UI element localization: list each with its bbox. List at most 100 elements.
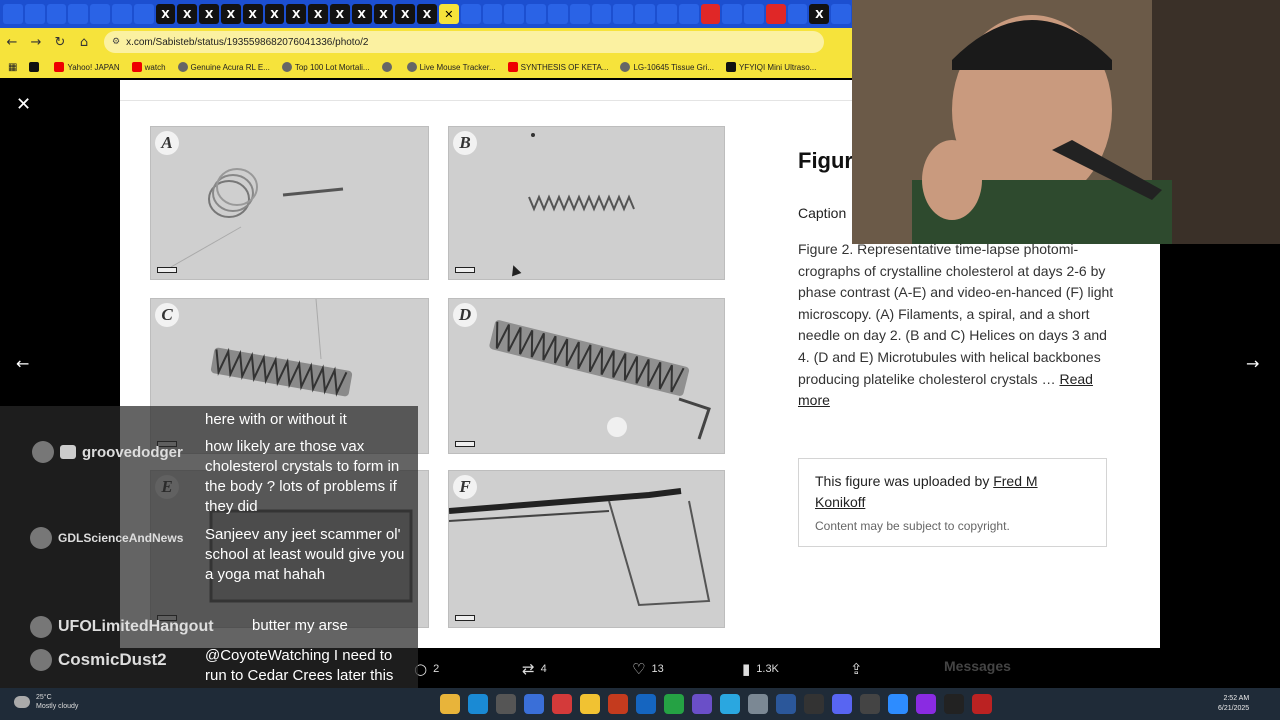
bookmark-item[interactable]: Yahoo! JAPAN: [54, 62, 120, 72]
bookmark-item[interactable]: YFYIQI Mini Ultraso...: [725, 62, 816, 72]
repost-button[interactable]: ⇄ 4: [522, 660, 547, 678]
file-explorer-icon[interactable]: [440, 694, 460, 714]
youtube-icon: [507, 62, 518, 72]
next-photo-icon[interactable]: →: [1246, 354, 1259, 373]
chrome-icon[interactable]: [580, 694, 600, 714]
bookmark-item[interactable]: watch: [131, 62, 166, 72]
browser-tab[interactable]: X: [264, 4, 285, 24]
browser-tab[interactable]: [90, 4, 110, 24]
browser-tab[interactable]: X: [155, 4, 176, 24]
weather-widget[interactable]: 25°C Mostly cloudy: [14, 693, 78, 711]
bookmark-item[interactable]: [381, 62, 395, 72]
browser-tab[interactable]: X: [809, 4, 830, 24]
browser-tab[interactable]: [460, 4, 481, 24]
discord-icon[interactable]: [832, 694, 852, 714]
close-icon[interactable]: ✕: [16, 94, 31, 115]
zoom-icon[interactable]: [888, 694, 908, 714]
site-icon: [177, 62, 188, 72]
browser-tab[interactable]: X: [329, 4, 350, 24]
browser-tab[interactable]: [24, 4, 45, 24]
uploader-line: This figure was uploaded by Fred M Konik…: [815, 471, 1090, 513]
browser-tab[interactable]: [656, 4, 677, 24]
browser-tab[interactable]: [68, 4, 89, 24]
browser-tab[interactable]: [526, 4, 546, 24]
chat-username: GDLScienceAndNews: [58, 531, 184, 545]
browser-tab[interactable]: [787, 4, 808, 24]
home-icon[interactable]: ⌂: [72, 35, 96, 50]
bookmark-item[interactable]: SYNTHESIS OF KETA...: [507, 62, 608, 72]
url-field[interactable]: ⚙ x.com/Sabisteb/status/1935598682076041…: [104, 31, 824, 53]
bookmark-item[interactable]: Genuine Acura RL E...: [177, 62, 270, 72]
terminal-icon[interactable]: [944, 694, 964, 714]
reload-icon[interactable]: ↻: [48, 35, 72, 50]
scale-bar: [455, 615, 475, 621]
browser-tab[interactable]: [635, 4, 655, 24]
browser-tab[interactable]: [504, 4, 525, 24]
views-button[interactable]: ▮ 1.3K: [742, 660, 779, 678]
browser-tab[interactable]: [3, 4, 23, 24]
bookmark-item[interactable]: Live Mouse Tracker...: [406, 62, 496, 72]
browser-tab[interactable]: [722, 4, 743, 24]
powerpoint-icon[interactable]: [608, 694, 628, 714]
browser-tab[interactable]: [482, 4, 503, 24]
edge-icon[interactable]: [468, 694, 488, 714]
app-icon[interactable]: [552, 694, 572, 714]
whatsapp-icon[interactable]: [664, 694, 684, 714]
like-button[interactable]: ♡ 13: [632, 660, 664, 678]
panel-b-micrograph: [528, 133, 635, 212]
back-icon[interactable]: ←: [0, 35, 24, 50]
browser-tab[interactable]: [569, 4, 590, 24]
figure-panel-d: D: [448, 298, 725, 454]
app-icon[interactable]: [748, 694, 768, 714]
store-icon[interactable]: [496, 694, 516, 714]
browser-tab[interactable]: X: [242, 4, 263, 24]
word-icon[interactable]: [776, 694, 796, 714]
browser-tab[interactable]: [831, 4, 852, 24]
browser-tab[interactable]: X: [308, 4, 328, 24]
uploader-prefix: This figure was uploaded by: [815, 473, 994, 489]
browser-tab[interactable]: X: [373, 4, 394, 24]
browser-tab[interactable]: [765, 4, 786, 24]
browser-tab[interactable]: [46, 4, 67, 24]
browser-tab[interactable]: [133, 4, 154, 24]
messages-drawer[interactable]: Messages: [944, 658, 1011, 674]
app-icon[interactable]: [860, 694, 880, 714]
avatar: [32, 441, 54, 463]
browser-tab[interactable]: [547, 4, 568, 24]
browser-tab[interactable]: [111, 4, 132, 24]
app-icon[interactable]: [972, 694, 992, 714]
browser-tab[interactable]: X: [177, 4, 198, 24]
app-icon[interactable]: [916, 694, 936, 714]
share-button[interactable]: ⇪: [850, 660, 863, 678]
scale-bar: [455, 267, 475, 273]
bookmark-item[interactable]: LG-10645 Tissue Gri...: [620, 62, 714, 72]
previous-photo-icon[interactable]: ←: [16, 354, 29, 373]
browser-tab[interactable]: [700, 4, 721, 24]
browser-tab[interactable]: [591, 4, 612, 24]
system-clock[interactable]: 2:52 AM 6/21/2025: [1218, 694, 1249, 714]
telegram-icon[interactable]: [720, 694, 740, 714]
browser-tab[interactable]: X: [351, 4, 372, 24]
outlook-icon[interactable]: [636, 694, 656, 714]
app-icon[interactable]: [804, 694, 824, 714]
browser-tab[interactable]: X: [417, 4, 437, 24]
bookmark-item[interactable]: Top 100 Lot Mortali...: [281, 62, 370, 72]
bookmark-label: watch: [144, 62, 166, 72]
browser-tab[interactable]: [744, 4, 764, 24]
app-icon[interactable]: [692, 694, 712, 714]
app-icon[interactable]: [524, 694, 544, 714]
browser-tab[interactable]: X: [395, 4, 416, 24]
browser-tab[interactable]: [613, 4, 634, 24]
forward-icon[interactable]: →: [24, 35, 48, 50]
avatar: [30, 649, 52, 671]
site-info-icon[interactable]: ⚙: [112, 37, 120, 47]
bookmark-item[interactable]: [29, 62, 42, 72]
x-icon: [29, 62, 40, 72]
apps-grid-icon[interactable]: ▦: [8, 62, 17, 73]
chat-user-ufolimitedhangout: UFOLimitedHangout: [30, 616, 214, 638]
browser-tab[interactable]: X: [199, 4, 219, 24]
browser-tab[interactable]: X: [220, 4, 241, 24]
browser-tab[interactable]: X: [286, 4, 307, 24]
browser-tab[interactable]: [678, 4, 699, 24]
browser-tab-active[interactable]: ✕: [438, 4, 459, 24]
